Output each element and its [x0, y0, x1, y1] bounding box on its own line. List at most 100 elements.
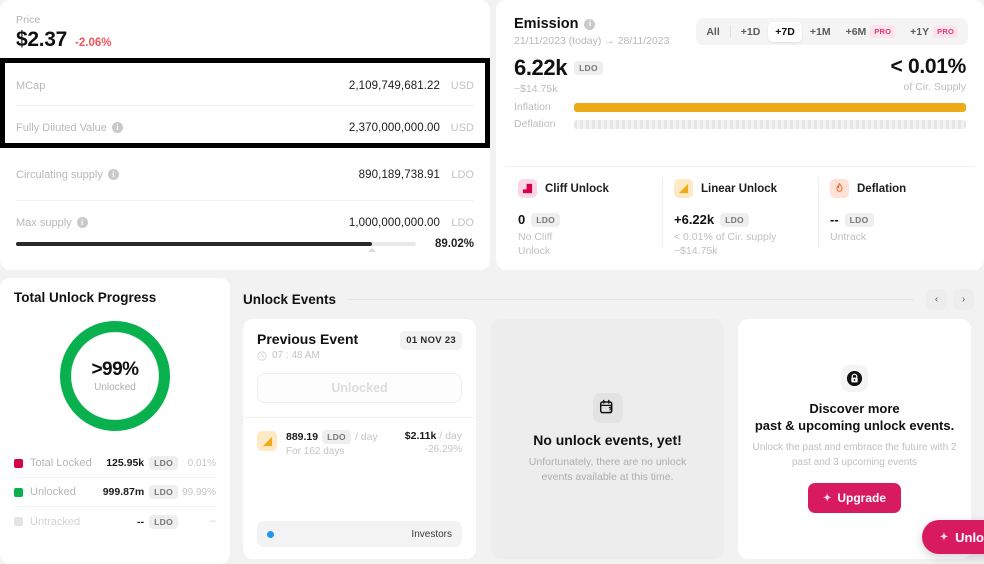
event-detail-change: -26.29% — [424, 444, 462, 455]
range-button-1d[interactable]: +1D — [734, 22, 768, 42]
header-rule — [348, 299, 914, 300]
supply-progress-track — [16, 242, 416, 252]
inflation-bar-track — [574, 102, 966, 112]
discover-title-line2: past & upcoming unlock events. — [754, 418, 955, 433]
event-title-block: Previous Event 07 : 48 AM — [257, 331, 358, 361]
donut-percent: >99% — [91, 359, 139, 380]
supply-progress-marker — [368, 248, 377, 252]
unlock-type-value: 0 LDO — [518, 212, 650, 227]
calendar-question-icon — [592, 392, 623, 423]
info-icon[interactable]: i — [111, 122, 123, 133]
legend-swatch — [14, 487, 23, 497]
unlock-type-desc-1: No Cliff — [518, 231, 553, 243]
unlock-events-title: Unlock Events — [243, 292, 337, 307]
unlock-type-value: -- LDO — [830, 212, 962, 227]
ticker-chip: LDO — [531, 212, 561, 227]
row-divider — [16, 200, 474, 201]
previous-event-card[interactable]: Previous Event 07 : 48 AM 01 NOV 23 Unlo… — [243, 319, 476, 559]
unlock-type-header: Cliff Unlock — [518, 179, 650, 198]
emission-title: Emission i — [514, 16, 669, 32]
ticker-chip: LDO — [844, 212, 874, 227]
range-button-all[interactable]: All — [699, 22, 726, 42]
event-card-footer[interactable]: Investors — [257, 521, 462, 547]
event-detail-amount: 889.19 — [286, 431, 319, 443]
legend-percent: 0.01% — [187, 457, 216, 469]
event-detail-right: $2.11k / day -26.29% — [405, 430, 462, 457]
no-unlock-events-card: No unlock events, yet! Unfortunately, th… — [491, 319, 724, 559]
legend-row-total-locked: Total Locked 125.95k LDO 0.01% — [14, 449, 216, 478]
discover-title-line1: Discover more — [809, 401, 900, 416]
floating-unlock-button[interactable]: ✦ Unlo — [921, 520, 984, 554]
upgrade-button[interactable]: ✦ Upgrade — [807, 483, 902, 513]
range-button-6m[interactable]: +6M PRO — [839, 21, 903, 42]
unlock-type-amount: 0 — [518, 212, 526, 227]
empty-state-title: No unlock events, yet! — [533, 431, 682, 448]
range-button-1y[interactable]: +1Y PRO — [903, 21, 965, 42]
row-divider — [16, 105, 474, 106]
emission-amount-value: 6.22k — [514, 55, 568, 80]
emission-bars: Inflation Deflation — [496, 95, 984, 130]
emission-percent-block: < 0.01% of Cir. Supply — [890, 55, 966, 93]
ticker-chip: LDO — [149, 514, 178, 529]
range-button-6m-label: +6M — [845, 25, 867, 38]
deflation-bar-row: Deflation — [514, 118, 966, 130]
pro-badge: PRO — [933, 25, 958, 38]
donut-ring: >99% Unlocked — [60, 321, 170, 431]
event-status-pill: Unlocked — [257, 373, 462, 403]
legend-label: Total Locked — [30, 457, 92, 469]
event-detail-left: 889.19 LDO / day For 162 days — [286, 430, 378, 457]
total-unlock-progress-card: Total Unlock Progress >99% Unlocked Tota… — [0, 278, 230, 564]
empty-state-subtitle: Unfortunately, there are no unlock event… — [528, 455, 687, 483]
event-detail-usd-per: / day — [439, 430, 462, 442]
range-button-1y-label: +1Y — [910, 25, 930, 38]
event-detail-duration: For 162 days — [286, 446, 345, 457]
progress-card-title: Total Unlock Progress — [14, 290, 157, 305]
unlock-type-name: Linear Unlock — [701, 182, 778, 195]
stat-value: 1,000,000,000.00 — [348, 216, 440, 229]
legend-value: 125.95k — [106, 457, 145, 469]
stat-label-text: Circulating supply — [16, 168, 103, 181]
event-card-body: 889.19 LDO / day For 162 days $2.11k / d… — [243, 417, 476, 457]
info-icon[interactable]: i — [107, 169, 119, 180]
range-button-7d[interactable]: +7D — [768, 21, 802, 42]
donut-center: >99% Unlocked — [71, 332, 159, 420]
legend-swatch — [14, 517, 23, 526]
event-time-text: 07 : 48 AM — [272, 350, 320, 361]
lock-icon — [841, 365, 868, 392]
stat-unit: LDO — [451, 216, 474, 229]
carousel-next-button[interactable]: › — [953, 289, 974, 310]
stat-unit: USD — [450, 121, 474, 134]
legend-value: 999.87m — [102, 486, 145, 498]
legend-row-unlocked: Unlocked 999.87m LDO 99.99% — [14, 478, 216, 507]
carousel-prev-button[interactable]: ‹ — [926, 289, 947, 310]
event-detail-per: / day — [354, 431, 378, 443]
info-icon[interactable]: i — [76, 217, 88, 228]
info-icon[interactable]: i — [584, 18, 596, 30]
unlock-type-summary: Cliff Unlock 0 LDO No Cliff Unlock Linea… — [506, 166, 974, 258]
unlock-type-name: Deflation — [857, 182, 907, 195]
event-date-chip: 01 NOV 23 — [400, 331, 462, 350]
supply-progress-percent: 89.02% — [434, 238, 474, 250]
token-stats-card: Price $2.37 -2.06% MCap 2,109,749,681.22… — [0, 0, 490, 270]
event-detail-columns: 889.19 LDO / day For 162 days $2.11k / d… — [286, 430, 462, 457]
stat-value: 2,370,000,000.00 — [348, 121, 440, 134]
legend-label: Unlocked — [30, 486, 76, 498]
unlock-type-header: Deflation — [830, 179, 962, 198]
legend-row-untracked: Untracked -- LDO -- — [14, 507, 216, 536]
unlock-type-name: Cliff Unlock — [545, 182, 609, 195]
event-detail-usd: $2.11k — [404, 430, 437, 442]
progress-legend: Total Locked 125.95k LDO 0.01% Unlocked … — [14, 449, 216, 536]
range-button-1m[interactable]: +1M — [803, 22, 838, 42]
emission-title-block: Emission i 21/11/2023 (today) → 28/11/20… — [514, 16, 669, 47]
legend-value: -- — [137, 515, 145, 528]
inflation-bar-row: Inflation — [514, 101, 966, 113]
event-category-label: Investors — [411, 528, 452, 540]
stat-row-fdv: Fully Diluted Value i 2,370,000,000.00 U… — [0, 105, 490, 150]
event-time: 07 : 48 AM — [257, 350, 358, 361]
ticker-chip: LDO — [322, 430, 351, 444]
price-row: $2.37 -2.06% — [16, 28, 474, 52]
time-range-selector[interactable]: All +1D +7D +1M +6M PRO +1Y PRO — [696, 18, 968, 45]
event-detail-usd-row: $2.11k / day — [405, 430, 462, 442]
event-detail-row: 889.19 LDO / day For 162 days $2.11k / d… — [257, 430, 462, 457]
legend-percent: 99.99% — [182, 486, 216, 498]
